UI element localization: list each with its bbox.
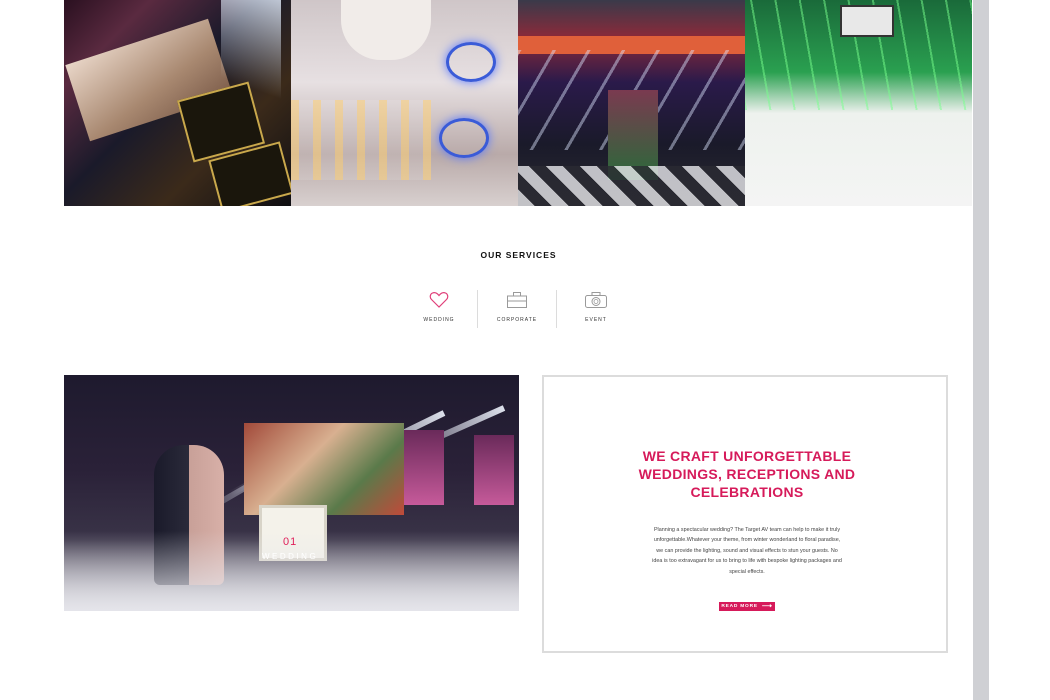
description-line: special effects. [729, 568, 765, 575]
led-panel [474, 435, 514, 505]
service-label: WEDDING [423, 317, 455, 323]
heart-icon [400, 288, 478, 312]
neon-logo-ring [439, 118, 489, 158]
heading-line: WE CRAFT UNFORGETTABLE [642, 448, 852, 464]
feature-caption: WEDDING [262, 552, 319, 561]
feature-heading: WE CRAFT UNFORGETTABLE WEDDINGS, RECEPTI… [604, 447, 890, 501]
description-line: unforgettable.Whatever your theme, from … [653, 537, 841, 544]
gallery-photo-screens[interactable] [64, 0, 291, 206]
read-more-label: READ MORE [721, 604, 758, 609]
arrow-right-icon: ⟶ [761, 603, 773, 610]
service-label: CORPORATE [496, 317, 538, 323]
dj-booth [840, 5, 894, 37]
feature-number: 01 [283, 536, 298, 548]
read-more-button[interactable]: READ MORE ⟶ [719, 602, 775, 611]
camera-icon [557, 288, 635, 312]
services-nav: WEDDING CORPORATE EVENT [400, 288, 637, 328]
gallery-strip [64, 0, 973, 206]
heading-line: CELEBRATIONS [690, 484, 804, 500]
candle-display [291, 100, 431, 180]
services-title: OUR SERVICES [480, 250, 557, 260]
cake-display [341, 0, 431, 60]
checkered-floor [518, 166, 745, 206]
description-line: Planning a spectacular wedding? The Targ… [653, 527, 841, 533]
service-wedding[interactable]: WEDDING [400, 288, 478, 323]
wedding-feature-photo[interactable]: 01 WEDDING [64, 375, 519, 611]
service-event[interactable]: EVENT [557, 288, 635, 323]
description-line: we can provide the lighting, sound and v… [656, 547, 838, 554]
feature-card: WE CRAFT UNFORGETTABLE WEDDINGS, RECEPTI… [542, 375, 948, 653]
neon-logo-ring [446, 42, 496, 82]
briefcase-icon [478, 288, 556, 312]
led-wall [244, 423, 404, 515]
description-line: idea is too extravagant for us to bring … [652, 558, 842, 565]
led-panel [404, 430, 444, 505]
gallery-photo-dj-booth[interactable] [291, 0, 518, 206]
gallery-photo-dancefloor[interactable] [745, 0, 972, 206]
gallery-photo-venue-lighting[interactable] [518, 0, 745, 206]
page-scroll-gutter [973, 0, 989, 700]
feature-description: Planning a spectacular wedding? The Targ… [639, 525, 855, 577]
heading-line: WEDDINGS, RECEPTIONS AND [638, 466, 856, 482]
service-corporate[interactable]: CORPORATE [478, 288, 556, 323]
service-label: EVENT [585, 317, 607, 323]
